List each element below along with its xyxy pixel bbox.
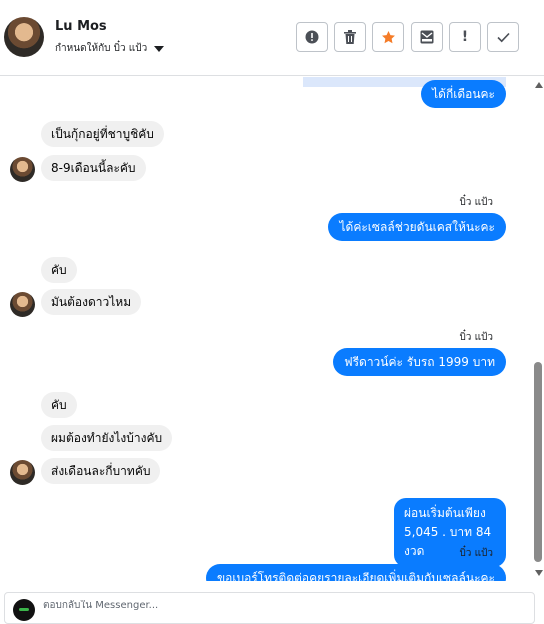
done-button[interactable]	[487, 22, 519, 52]
scroll-down-arrow-icon[interactable]	[535, 570, 543, 576]
message-bubble-incoming[interactable]: ส่งเดือนละกี่บาทคับ	[41, 458, 161, 484]
message-bubble-incoming[interactable]: ผมต้องทำยังไงบ้างคับ	[41, 425, 173, 451]
caret-down-icon	[154, 45, 165, 52]
exclamation-icon: !	[461, 29, 469, 45]
page-avatar	[13, 599, 35, 621]
contact-name[interactable]: Lu Mos	[55, 19, 107, 34]
message-bubble-incoming[interactable]: 8-9เดือนนี้ละคับ	[41, 155, 146, 181]
trash-icon	[344, 30, 356, 44]
flag-button[interactable]: !	[449, 22, 481, 52]
message-bubble-incoming[interactable]: คับ	[41, 257, 77, 283]
star-icon	[381, 30, 395, 43]
archive-button[interactable]	[411, 22, 443, 52]
scrollbar-thumb[interactable]	[534, 362, 542, 562]
delete-button[interactable]	[334, 22, 366, 52]
message-bubble-incoming[interactable]: มันต้องดาวไหม	[41, 289, 142, 315]
check-icon	[496, 32, 510, 42]
message-bubble-outgoing[interactable]: ได้กี่เดือนคะ	[421, 80, 506, 108]
mark-spam-button[interactable]	[296, 22, 328, 52]
contact-avatar[interactable]	[4, 17, 44, 57]
message-bubble-outgoing[interactable]: ฟรีดาวน์ค่ะ รับรถ 1999 บาท	[333, 348, 506, 376]
contact-mini-avatar	[10, 460, 35, 485]
chat-scrollbar[interactable]	[532, 77, 544, 581]
message-bubble-incoming[interactable]: คับ	[41, 392, 77, 418]
sender-name: บิ๋ว แป้ว	[459, 332, 493, 343]
conversation-header: Lu Mos กำหนดให้กับ บิ๋ว แป้ว !	[0, 0, 544, 76]
scroll-up-arrow-icon[interactable]	[535, 82, 543, 88]
reply-input[interactable]	[43, 600, 523, 611]
assign-dropdown[interactable]: กำหนดให้กับ บิ๋ว แป้ว	[55, 41, 165, 56]
contact-mini-avatar	[10, 292, 35, 317]
message-bubble-outgoing[interactable]: ขอเบอร์โทรติดต่อคุยรายละเอียดเพิ่มเติมกั…	[205, 564, 506, 581]
sender-name: บิ๋ว แป้ว	[459, 197, 493, 208]
message-bubble-incoming[interactable]: เป็นกุ้กอยู่ที่ชาบูชิคับ	[41, 121, 164, 147]
inbox-icon	[420, 30, 434, 44]
message-bubble-outgoing[interactable]: ได้ค่ะเซลล์ช่วยดันเคสให้นะคะ	[328, 213, 506, 241]
star-button[interactable]	[372, 22, 404, 52]
contact-mini-avatar	[10, 157, 35, 182]
sender-name: บิ๋ว แป้ว	[459, 548, 493, 559]
reply-composer[interactable]	[4, 592, 535, 624]
assigned-to-label: กำหนดให้กับ บิ๋ว แป้ว	[55, 43, 148, 54]
alert-circle-icon	[305, 30, 319, 44]
message-thread[interactable]: ได้กี่เดือนคะ เป็นกุ้กอยู่ที่ชาบูชิคับ 8…	[0, 77, 531, 581]
